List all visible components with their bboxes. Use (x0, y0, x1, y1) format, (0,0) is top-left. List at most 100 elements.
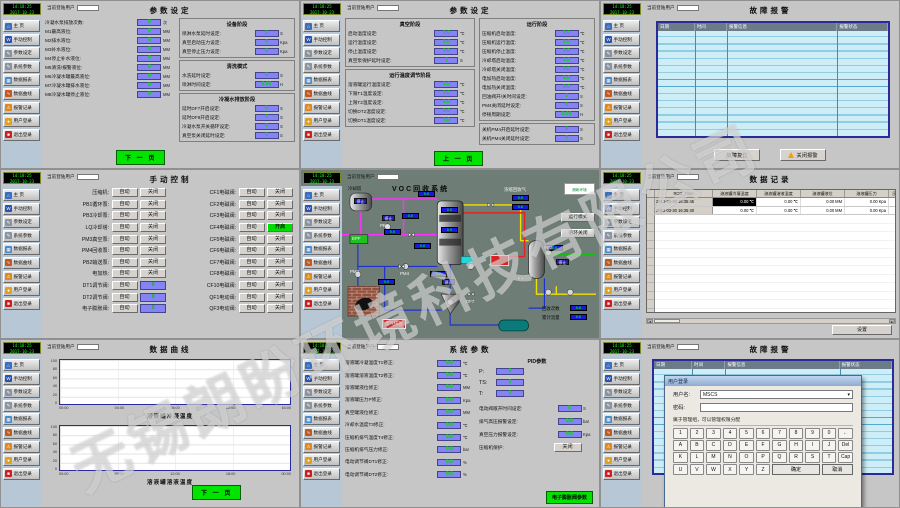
sidebar-item[interactable]: ∿数据曲线 (3, 257, 40, 269)
protect-toggle-button[interactable]: 关闭 (554, 443, 582, 452)
sidebar-item[interactable]: ●用户登录 (603, 284, 640, 296)
auto-mode-button[interactable]: 自动 (112, 304, 138, 313)
param-value-input[interactable]: 0 (255, 123, 279, 130)
auto-mode-button[interactable]: 自动 (239, 223, 265, 232)
sidebar-item[interactable]: ●用户登录 (3, 115, 40, 127)
sidebar-item[interactable]: ●用户登录 (303, 115, 340, 127)
current-user-field[interactable] (77, 344, 99, 350)
sidebar-item[interactable]: ⚠报警记录 (3, 102, 40, 114)
sidebar-item[interactable]: ⌂主 页 (3, 359, 40, 371)
current-user-field[interactable] (77, 5, 99, 11)
auto-mode-button[interactable]: 自动 (112, 281, 138, 290)
param-value-input[interactable]: 0.0 (437, 434, 461, 441)
sidebar-item[interactable]: ✎参数设定 (603, 386, 640, 398)
param-value-input[interactable]: 0.0 (434, 39, 458, 46)
current-user-field[interactable] (677, 344, 699, 350)
next-page-button[interactable]: 下 一 页 (192, 485, 241, 500)
device-state-button[interactable]: 关闭 (140, 246, 166, 255)
device-state-button[interactable]: 0 (140, 281, 166, 290)
sidebar-item[interactable]: ✎参数设定 (303, 386, 340, 398)
sidebar-item[interactable]: ✎系统参数 (303, 230, 340, 242)
sidebar-item[interactable]: ✎系统参数 (3, 230, 40, 242)
auto-mode-button[interactable]: 自动 (239, 235, 265, 244)
sidebar-item[interactable]: ⚠报警记录 (3, 441, 40, 453)
param-value-input[interactable]: 0 (255, 105, 279, 112)
pid-value-input[interactable]: 0 (496, 379, 524, 386)
param-value-input[interactable]: 0.0 (555, 75, 579, 82)
sidebar-item[interactable]: ∿数据曲线 (603, 88, 640, 100)
sidebar-item[interactable]: ⚠报警记录 (303, 271, 340, 283)
auto-mode-button[interactable]: 自动 (239, 258, 265, 267)
param-value-input[interactable]: 0 (137, 19, 161, 26)
sidebar-item[interactable]: ⌂主 页 (603, 189, 640, 201)
scroll-right-arrow[interactable]: ▸ (889, 319, 895, 323)
keyboard-key[interactable]: C (706, 440, 721, 451)
param-value-input[interactable]: 0 (255, 48, 279, 55)
record-row[interactable]: 2013-03-30 16:35:45 0.00℃ 0.00℃ 0.00MM 0… (647, 198, 895, 207)
keyboard-key[interactable]: 9 (805, 428, 820, 439)
param-value-input[interactable]: 0 (555, 126, 579, 133)
sidebar-item[interactable]: ⌂主 页 (303, 20, 340, 32)
auto-mode-button[interactable]: 自动 (112, 235, 138, 244)
param-value-input[interactable]: 0 (137, 82, 161, 89)
auto-mode-button[interactable]: 自动 (239, 246, 265, 255)
param-value-input[interactable]: 0.00 (255, 81, 279, 88)
keyboard-key[interactable]: O (739, 452, 754, 463)
expansion-valve-params-button[interactable]: 电子膨胀阀参数 (546, 491, 593, 504)
fault-reset-button[interactable]: 故障复位 (714, 149, 760, 161)
device-state-button[interactable]: 关闭 (267, 211, 293, 220)
param-value-input[interactable]: 0.0 (437, 372, 461, 379)
keyboard-key[interactable]: 1 (673, 428, 688, 439)
run-mode-button[interactable]: 运行模式 (561, 213, 595, 222)
sidebar-item[interactable]: ▦数据报表 (603, 74, 640, 86)
keyboard-key[interactable]: T (822, 452, 837, 463)
device-state-button[interactable]: 关闭 (140, 188, 166, 197)
device-state-button[interactable]: 0 (140, 304, 166, 313)
sidebar-item[interactable]: ●用户登录 (3, 284, 40, 296)
device-state-button[interactable]: 关闭 (267, 188, 293, 197)
param-value-input[interactable]: 0.0 (555, 84, 579, 91)
ok-button[interactable]: 确定 (772, 464, 820, 475)
auto-mode-button[interactable]: 自动 (239, 188, 265, 197)
sidebar-item[interactable]: W手动控制 (303, 203, 340, 215)
keyboard-key[interactable]: ← (838, 428, 853, 439)
keyboard-key[interactable]: Y (739, 464, 754, 475)
sidebar-item[interactable]: ✎系统参数 (3, 400, 40, 412)
keyboard-key[interactable]: V (690, 464, 705, 475)
param-value-input[interactable]: 0.0 (555, 30, 579, 37)
keyboard-key[interactable]: H (789, 440, 804, 451)
param-value-input[interactable]: 0 (137, 55, 161, 62)
device-state-button[interactable]: 关闭 (267, 200, 293, 209)
sidebar-item[interactable]: W手动控制 (603, 34, 640, 46)
scroll-thumb[interactable] (654, 319, 680, 323)
keyboard-key[interactable]: A (673, 440, 688, 451)
auto-mode-button[interactable]: 自动 (112, 258, 138, 267)
param-value-input[interactable]: 0 (137, 64, 161, 71)
param-value-input[interactable]: 0.0 (434, 48, 458, 55)
keyboard-key[interactable]: X (723, 464, 738, 475)
sidebar-item[interactable]: W手动控制 (303, 373, 340, 385)
auto-mode-button[interactable]: 自动 (239, 211, 265, 220)
keyboard-key[interactable]: W (706, 464, 721, 475)
sidebar-item[interactable]: ■退出登录 (3, 468, 40, 480)
param-value-input[interactable]: 0.0 (558, 418, 582, 425)
keyboard-key[interactable]: 2 (690, 428, 705, 439)
scroll-left-arrow[interactable]: ◂ (647, 319, 653, 323)
sidebar-item[interactable]: ✎参数设定 (3, 386, 40, 398)
sidebar-item[interactable]: ⌂主 页 (303, 189, 340, 201)
keyboard-key[interactable]: U (673, 464, 688, 475)
keyboard-key[interactable]: N (723, 452, 738, 463)
sidebar-item[interactable]: ■退出登录 (603, 468, 640, 480)
device-state-button[interactable]: 关闭 (267, 246, 293, 255)
keyboard-key[interactable]: I (805, 440, 820, 451)
keyboard-key[interactable]: 3 (706, 428, 721, 439)
param-value-input[interactable]: 0 (137, 73, 161, 80)
sidebar-item[interactable]: ✎参数设定 (603, 216, 640, 228)
sidebar-item[interactable]: W手动控制 (603, 203, 640, 215)
keyboard-key[interactable]: J (822, 440, 837, 451)
current-user-field[interactable] (77, 174, 99, 180)
sidebar-item[interactable]: ∿数据曲线 (303, 257, 340, 269)
sidebar-item[interactable]: ⌂主 页 (603, 359, 640, 371)
device-state-button[interactable]: 关闭 (267, 258, 293, 267)
sidebar-item[interactable]: ■退出登录 (303, 129, 340, 141)
